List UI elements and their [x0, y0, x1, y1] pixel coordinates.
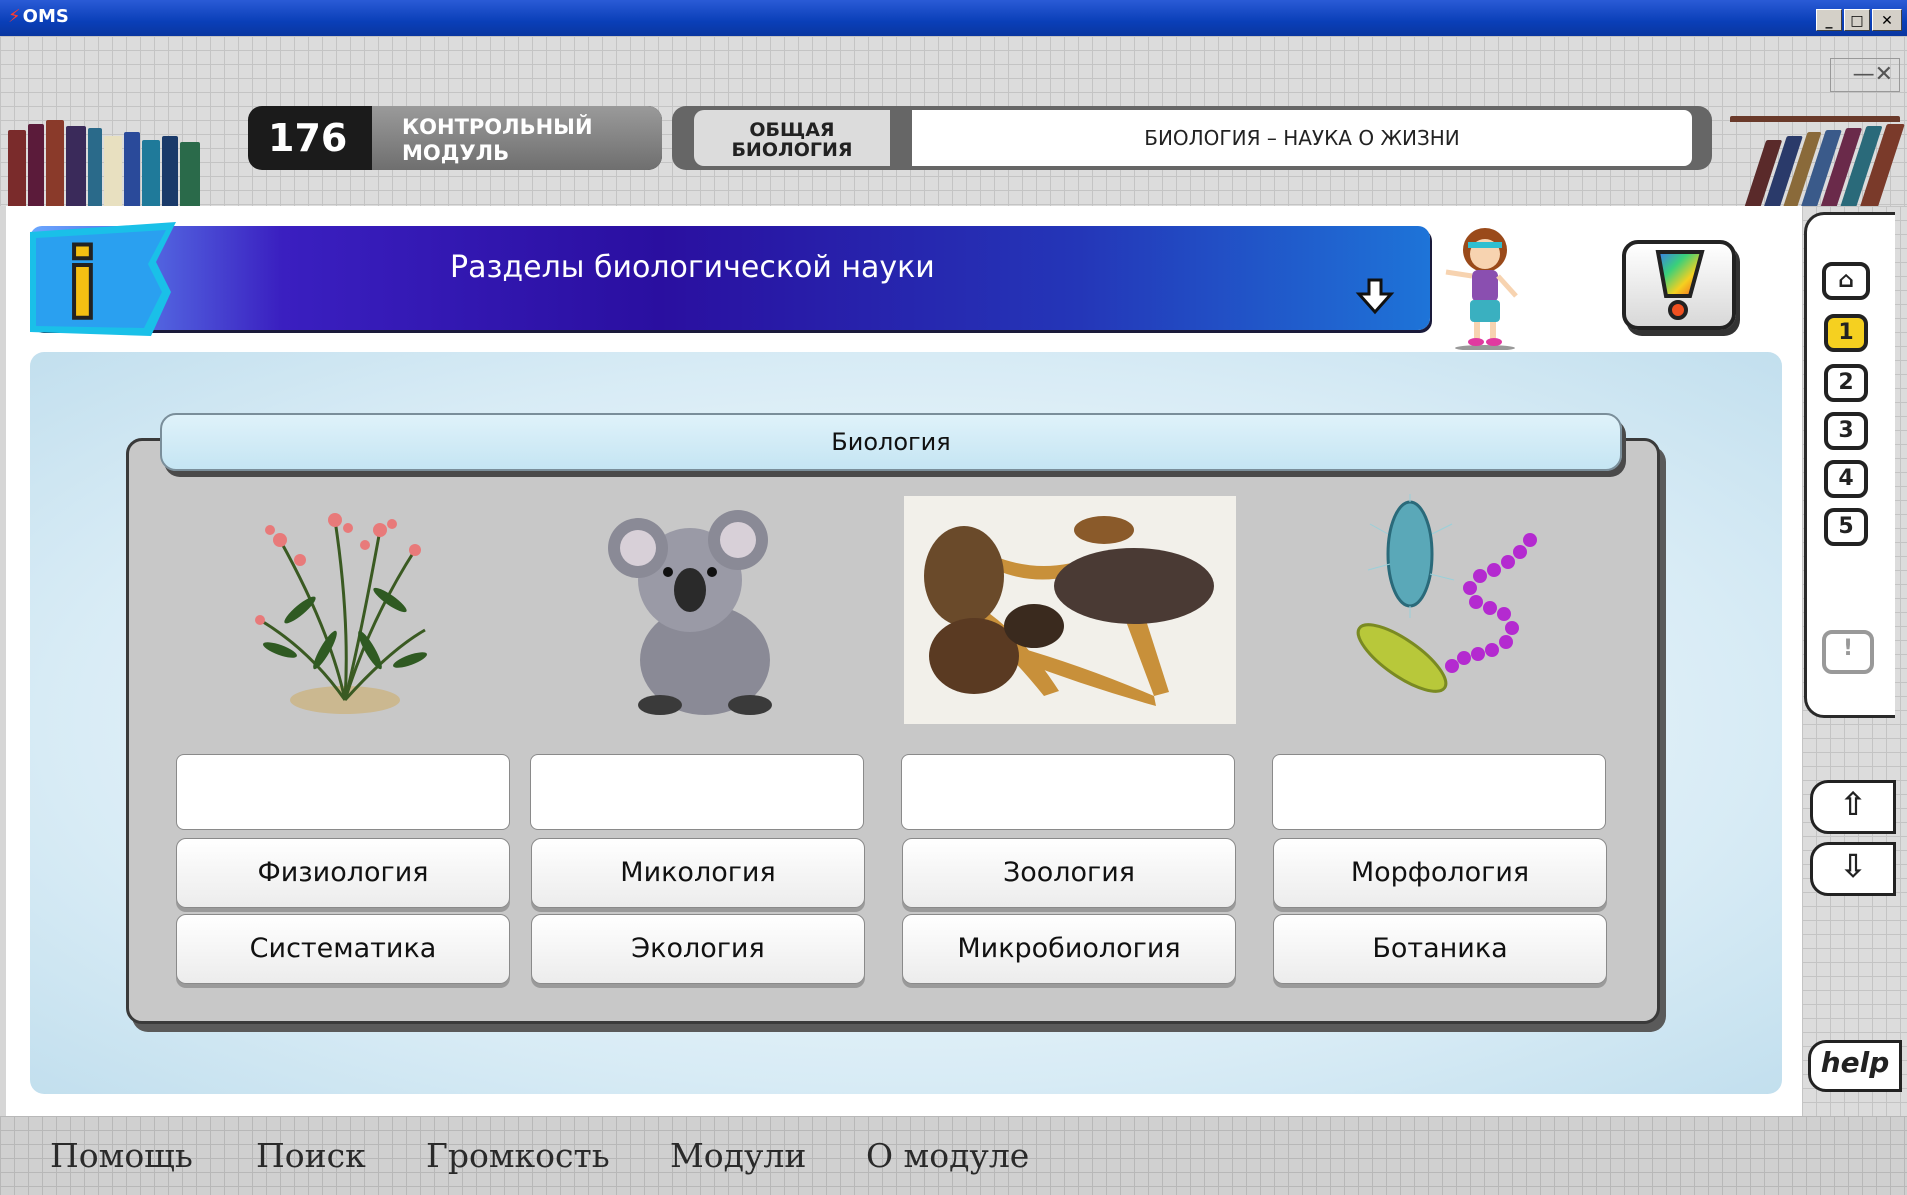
answer-slot-3[interactable] — [901, 754, 1235, 830]
course-name: ОБЩАЯ БИОЛОГИЯ — [694, 110, 890, 166]
lesson-title: БИОЛОГИЯ – НАУКА О ЖИЗНИ — [912, 110, 1692, 166]
mushrooms-icon — [904, 496, 1236, 724]
term-button[interactable]: Физиология — [176, 838, 510, 908]
module-label-box: КОНТРОЛЬНЫЙ МОДУЛЬ — [372, 106, 662, 170]
step-3-button[interactable]: 3 — [1824, 412, 1868, 450]
step-5-button[interactable]: 5 — [1824, 508, 1868, 546]
term-button[interactable]: Микология — [531, 838, 865, 908]
help-button[interactable]: help — [1808, 1040, 1902, 1092]
app-logo: ⚡ OMS — [8, 6, 69, 27]
forward-arrow-icon[interactable]: ⇩ — [1810, 842, 1896, 896]
panel-title: Биология — [160, 413, 1622, 471]
module-number: 176 — [268, 116, 348, 160]
answer-slot-4[interactable] — [1272, 754, 1606, 830]
maximize-button[interactable]: □ — [1844, 9, 1870, 31]
inner-close-button[interactable]: —✕ — [1830, 58, 1900, 92]
answer-slot-1[interactable] — [176, 754, 510, 830]
term-button[interactable]: Морфология — [1273, 838, 1607, 908]
term-button[interactable]: Ботаника — [1273, 914, 1607, 984]
home-icon[interactable]: ⌂ — [1822, 262, 1870, 300]
window-title-bar: ⚡ OMS _ □ ✕ — [0, 0, 1907, 36]
answer-slot-2[interactable] — [530, 754, 864, 830]
mascot-girl-icon — [1440, 222, 1530, 351]
module-label: КОНТРОЛЬНЫЙ МОДУЛЬ — [402, 115, 593, 165]
step-2-button[interactable]: 2 — [1824, 364, 1868, 402]
back-arrow-icon[interactable]: ⇧ — [1810, 780, 1896, 834]
exclamation-icon — [1655, 250, 1705, 320]
flower-icon — [240, 500, 450, 720]
svg-text:i: i — [66, 229, 99, 336]
koala-icon — [590, 500, 810, 720]
module-badge: 176 КОНТРОЛЬНЫЙ МОДУЛЬ — [248, 106, 662, 170]
exclamation-small-icon[interactable]: ! — [1822, 630, 1874, 674]
info-icon[interactable]: i — [26, 222, 176, 343]
menu-search[interactable]: Поиск — [256, 1136, 366, 1175]
menu-volume[interactable]: Громкость — [426, 1136, 610, 1175]
menu-help[interactable]: Помощь — [50, 1136, 193, 1175]
menu-modules[interactable]: Модули — [670, 1136, 806, 1175]
menu-about[interactable]: О модуле — [866, 1136, 1029, 1175]
term-button[interactable]: Зоология — [902, 838, 1236, 908]
close-button[interactable]: ✕ — [1872, 9, 1902, 31]
minimize-button[interactable]: _ — [1816, 9, 1842, 31]
arrow-down-icon[interactable] — [1355, 276, 1395, 316]
term-button[interactable]: Экология — [531, 914, 865, 984]
banner-title: Разделы биологической науки — [450, 250, 935, 285]
term-button[interactable]: Микробиология — [902, 914, 1236, 984]
bottom-menu: Помощь Поиск Громкость Модули О модуле — [0, 1116, 1907, 1195]
term-button[interactable]: Систематика — [176, 914, 510, 984]
section-banner: i Разделы биологической науки — [30, 222, 1430, 343]
exclamation-button[interactable] — [1622, 240, 1736, 330]
course-bar: ОБЩАЯ БИОЛОГИЯ БИОЛОГИЯ – НАУКА О ЖИЗНИ — [672, 106, 1712, 170]
step-4-button[interactable]: 4 — [1824, 460, 1868, 498]
step-1-button[interactable]: 1 — [1824, 314, 1868, 352]
bacteria-icon — [1330, 494, 1550, 720]
